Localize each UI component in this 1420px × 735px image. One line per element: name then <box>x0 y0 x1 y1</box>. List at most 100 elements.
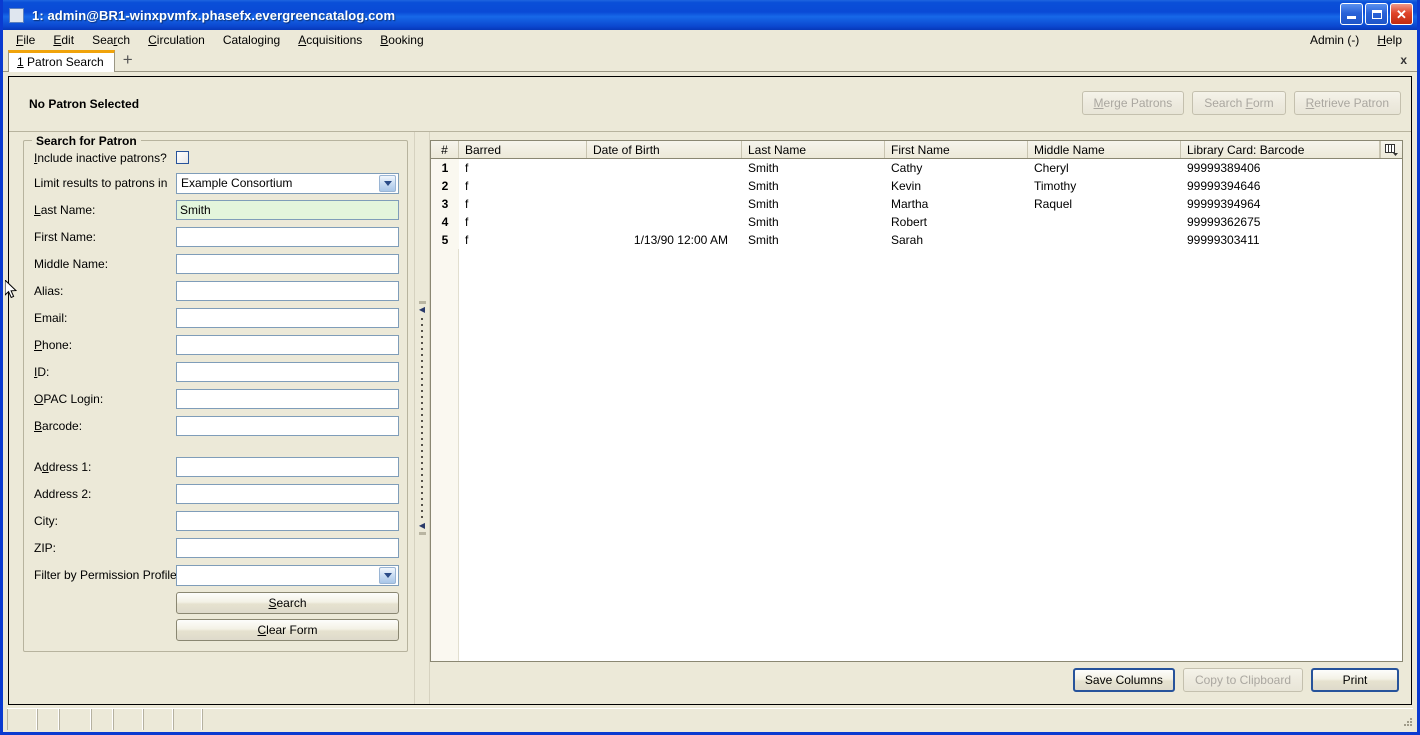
collapse-left-icon[interactable]: ◀ <box>419 306 425 314</box>
column-header-barred[interactable]: Barred <box>459 141 587 158</box>
field-zip: ZIP: <box>34 536 399 560</box>
menu-help[interactable]: Help <box>1368 31 1411 49</box>
zip-input[interactable] <box>176 538 399 558</box>
table-row[interactable]: 1 f Smith Cathy Cheryl 99999389406 <box>431 159 1402 177</box>
include-inactive-checkbox[interactable] <box>176 151 189 164</box>
clear-form-button[interactable]: Clear Form <box>176 619 399 641</box>
field-email: Email: <box>34 306 399 330</box>
table-row[interactable]: 4 f Smith Robert 99999362675 <box>431 213 1402 231</box>
cell-first: Martha <box>891 197 929 211</box>
client-area: File Edit Search Circulation Cataloging … <box>3 30 1417 732</box>
content-frame: No Patron Selected Merge Patrons Search … <box>8 76 1412 705</box>
field-city: City: <box>34 509 399 533</box>
collapse-right-icon[interactable]: ◀ <box>419 522 425 530</box>
menu-acquisitions[interactable]: Acquisitions <box>289 31 371 49</box>
cell-last: Smith <box>748 161 779 175</box>
status-bar <box>7 708 1413 730</box>
label-address-2: Address 2: <box>34 487 92 501</box>
status-segment <box>59 709 91 730</box>
app-icon <box>9 7 24 23</box>
field-id: ID: <box>34 360 399 384</box>
city-input[interactable] <box>176 511 399 531</box>
copy-to-clipboard-button[interactable]: Copy to Clipboard <box>1182 668 1303 692</box>
tab-close-icon[interactable]: x <box>1400 53 1407 67</box>
column-header-num[interactable]: # <box>431 141 459 158</box>
print-button[interactable]: Print <box>1311 668 1399 692</box>
limit-results-select[interactable]: Example Consortium <box>176 172 399 194</box>
title-bar[interactable]: 1: admin@BR1-winxpvmfx.phasefx.evergreen… <box>3 0 1417 30</box>
menu-file[interactable]: File <box>7 31 44 49</box>
label-barcode: Barcode: <box>34 419 83 433</box>
last-name-input[interactable] <box>176 200 399 220</box>
column-header-dob[interactable]: Date of Birth <box>587 141 742 158</box>
label-id: ID: <box>34 365 50 379</box>
column-header-last[interactable]: Last Name <box>742 141 885 158</box>
menu-circulation[interactable]: Circulation <box>139 31 214 49</box>
address-2-input[interactable] <box>176 484 399 504</box>
column-header-barcode[interactable]: Library Card: Barcode <box>1181 141 1380 158</box>
search-button[interactable]: Search <box>176 592 399 614</box>
middle-name-input[interactable] <box>176 254 399 274</box>
clear-button-row: Clear Form <box>34 619 399 641</box>
opac-login-input[interactable] <box>176 389 399 409</box>
field-opac-login: OPAC Login: <box>34 387 399 411</box>
new-tab-button[interactable]: + <box>115 51 141 69</box>
table-row[interactable]: 5 f 1/13/90 12:00 AM Smith Sarah 99999303411 <box>431 231 1402 249</box>
cell-last: Smith <box>748 179 779 193</box>
menu-admin[interactable]: Admin (-) <box>1301 31 1368 49</box>
tab-patron-search[interactable]: 1 Patron Search <box>8 50 115 72</box>
application-window: 1: admin@BR1-winxpvmfx.phasefx.evergreen… <box>0 0 1420 735</box>
label-alias: Alias: <box>34 284 64 298</box>
splitter-bar-bottom <box>418 532 426 535</box>
menu-cataloging[interactable]: Cataloging <box>214 31 289 49</box>
menu-booking[interactable]: Booking <box>371 31 432 49</box>
cell-barred: f <box>465 197 469 211</box>
cell-num: 1 <box>431 159 459 177</box>
cell-dob: 1/13/90 12:00 AM <box>633 233 728 247</box>
id-input[interactable] <box>176 362 399 382</box>
menu-edit[interactable]: Edit <box>44 31 83 49</box>
label-last-name: Last Name: <box>34 203 96 217</box>
email-input[interactable] <box>176 308 399 328</box>
menu-search[interactable]: Search <box>83 31 139 49</box>
splitter-grip <box>421 318 423 518</box>
phone-input[interactable] <box>176 335 399 355</box>
field-address-1: Address 1: <box>34 455 399 479</box>
table-row[interactable]: 2 f Smith Kevin Timothy 99999394646 <box>431 177 1402 195</box>
save-columns-button[interactable]: Save Columns <box>1072 668 1175 692</box>
column-header-middle[interactable]: Middle Name <box>1028 141 1181 158</box>
label-city: City: <box>34 514 58 528</box>
search-form-button[interactable]: Search Form <box>1192 91 1286 115</box>
results-rows: 1 f Smith Cathy Cheryl 99999389406 2 f Smith Kevi… <box>431 159 1402 249</box>
column-header-first[interactable]: First Name <box>885 141 1028 158</box>
cell-middle: Timothy <box>1034 179 1077 193</box>
permission-profile-select[interactable] <box>176 564 399 586</box>
alias-input[interactable] <box>176 281 399 301</box>
pane-splitter[interactable]: ◀ ◀ <box>414 132 430 704</box>
status-segment <box>173 709 202 730</box>
cell-barcode: 99999362675 <box>1187 215 1261 229</box>
cell-barred: f <box>465 179 469 193</box>
first-name-input[interactable] <box>176 227 399 247</box>
search-for-patron-group: Search for Patron Include inactive patro… <box>23 134 408 652</box>
cell-last: Smith <box>748 197 779 211</box>
cell-middle: Raquel <box>1034 197 1073 211</box>
close-button[interactable]: ✕ <box>1390 3 1413 25</box>
main-split: Search for Patron Include inactive patro… <box>9 132 1411 704</box>
form-spacer <box>34 441 399 455</box>
label-middle-name: Middle Name: <box>34 257 109 271</box>
minimize-button[interactable] <box>1340 3 1363 25</box>
address-1-input[interactable] <box>176 457 399 477</box>
chevron-down-icon[interactable] <box>379 566 396 584</box>
minimize-icon <box>1347 16 1356 19</box>
merge-patrons-button[interactable]: Merge Patrons <box>1081 91 1185 115</box>
retrieve-patron-button[interactable]: Retrieve Patron <box>1293 91 1401 115</box>
resize-grip[interactable] <box>1397 709 1413 730</box>
table-row[interactable]: 3 f Smith Martha Raquel 99999394964 <box>431 195 1402 213</box>
chevron-down-icon[interactable] <box>379 174 396 192</box>
maximize-button[interactable] <box>1365 3 1388 25</box>
barcode-input[interactable] <box>176 416 399 436</box>
column-picker-icon[interactable] <box>1380 141 1402 158</box>
results-body[interactable]: 1 f Smith Cathy Cheryl 99999389406 2 f Smith Kevi… <box>431 159 1402 661</box>
cell-first: Cathy <box>891 161 923 175</box>
